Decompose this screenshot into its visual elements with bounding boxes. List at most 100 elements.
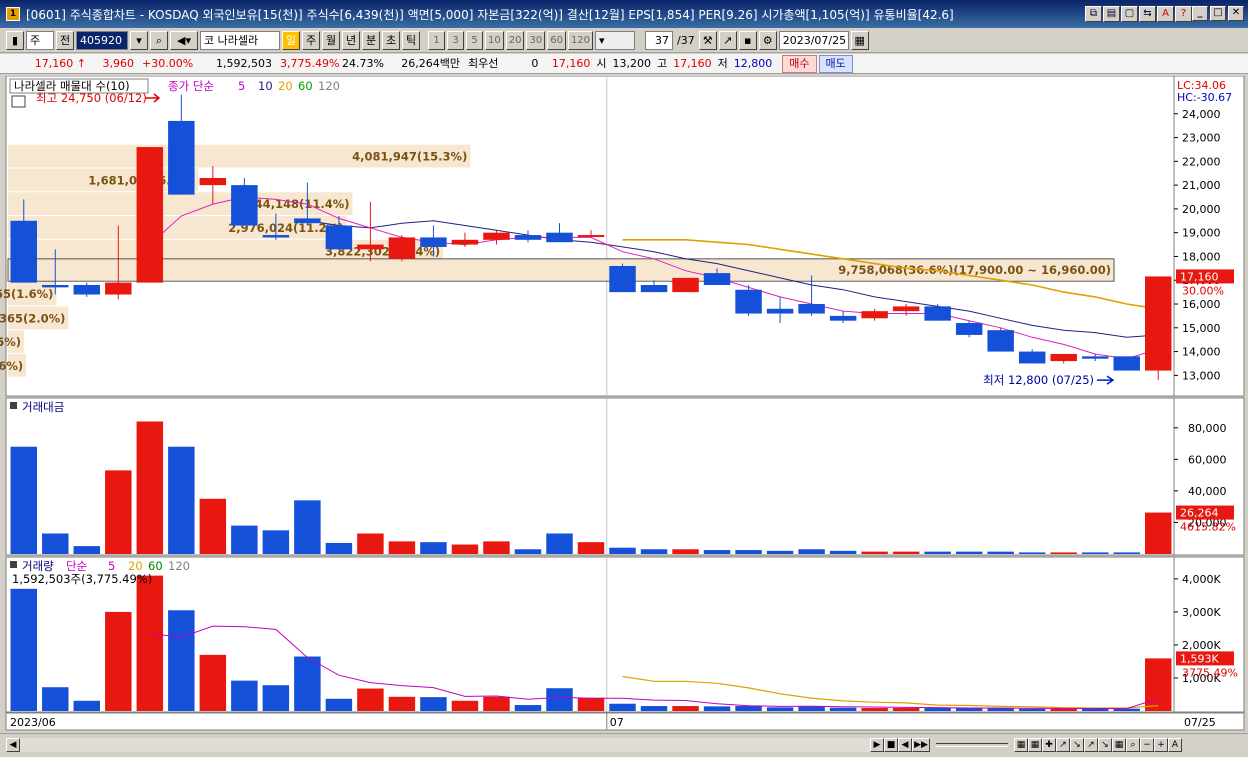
candle-body bbox=[231, 185, 258, 226]
minimize-button[interactable]: _ bbox=[1192, 6, 1208, 21]
price-change: 3,960 bbox=[102, 56, 135, 70]
stock-chart[interactable]: 13,00014,00015,00016,00017,00018,00019,0… bbox=[0, 76, 1248, 732]
current-price: 17,160 ↑ bbox=[34, 56, 86, 70]
interval-button[interactable]: 3 bbox=[447, 31, 464, 50]
period-minute-tab[interactable]: 분 bbox=[362, 31, 380, 50]
zoom-slider[interactable] bbox=[936, 742, 1008, 747]
stock-name-field[interactable]: 코 나라셀라 bbox=[200, 31, 280, 50]
period-month-tab[interactable]: 월 bbox=[322, 31, 340, 50]
help-icon[interactable]: ? bbox=[1175, 6, 1192, 22]
close-button[interactable]: ✕ bbox=[1228, 6, 1244, 21]
amount-bar bbox=[672, 549, 699, 554]
amount-bar bbox=[10, 446, 37, 554]
amount-bar bbox=[168, 446, 195, 554]
stop-button[interactable]: ■ bbox=[884, 737, 898, 752]
amount-bar bbox=[357, 533, 384, 554]
speaker-icon[interactable]: ◀▾ bbox=[170, 31, 198, 50]
interval-button[interactable]: 30 bbox=[526, 31, 546, 50]
volume-bar bbox=[483, 696, 510, 711]
candle-body bbox=[42, 284, 69, 288]
market-select[interactable]: 주 bbox=[26, 31, 54, 50]
table-icon[interactable] bbox=[11, 95, 26, 108]
priority-label: 최우선 bbox=[468, 56, 499, 70]
current-pct-label: 30.00% bbox=[1182, 284, 1224, 297]
search-icon[interactable]: ⌕ bbox=[150, 31, 168, 50]
period-tick-tab[interactable]: 틱 bbox=[402, 31, 420, 50]
y-tick-label: 20,000 bbox=[1182, 203, 1221, 216]
maximize-button[interactable]: □ bbox=[1210, 6, 1226, 21]
interval-button[interactable]: 60 bbox=[547, 31, 566, 50]
amount-bar bbox=[136, 421, 164, 554]
candle-body bbox=[955, 323, 983, 335]
date-input[interactable]: 2023/07/25 bbox=[778, 31, 849, 50]
chevron-down-icon[interactable]: ▾ bbox=[130, 31, 148, 50]
volume-legend-period: 5 bbox=[108, 559, 115, 573]
count-total: /37 bbox=[677, 33, 695, 47]
wrench-icon[interactable]: ⚒ bbox=[698, 31, 717, 50]
swap-icon[interactable]: ⇆ bbox=[1139, 6, 1156, 22]
amount-bar bbox=[892, 551, 920, 554]
max-price-label: 최고 24,750 (06/12) bbox=[36, 91, 147, 105]
current-price-label: 17,160 bbox=[1180, 270, 1219, 283]
back-button[interactable]: ◀ bbox=[898, 737, 912, 752]
candle-body bbox=[483, 232, 510, 240]
font-size-button[interactable]: A bbox=[1168, 737, 1182, 752]
gear-icon[interactable]: ⚙ bbox=[758, 31, 777, 50]
layout-icon[interactable]: ▤ bbox=[1103, 6, 1120, 22]
interval-button[interactable]: 5 bbox=[466, 31, 483, 50]
lock-icon[interactable]: ▮ bbox=[6, 31, 24, 50]
period-second-tab[interactable]: 초 bbox=[382, 31, 400, 50]
amount-bar bbox=[955, 551, 983, 554]
legend-period: 10 bbox=[258, 79, 273, 93]
interval-button[interactable]: 20 bbox=[505, 31, 525, 50]
line-tool-icon[interactable]: ↘ bbox=[1098, 737, 1112, 752]
buy-button[interactable]: 매수 bbox=[782, 54, 817, 73]
zoom-in-button[interactable]: + bbox=[1154, 737, 1168, 752]
interval-button[interactable]: 1 bbox=[428, 31, 445, 50]
crosshair-icon[interactable]: ✚ bbox=[1042, 737, 1056, 752]
layout-icon[interactable]: ▦ bbox=[1028, 737, 1042, 752]
line-tool-icon[interactable]: ↗ bbox=[1056, 737, 1070, 752]
current-amount-pct: 4615.82% bbox=[1180, 521, 1236, 534]
line-tool-icon[interactable]: ↗ bbox=[718, 31, 737, 50]
volume-bar bbox=[609, 703, 636, 711]
period-day-tab[interactable]: 일 bbox=[282, 31, 300, 50]
amount-bar bbox=[703, 550, 731, 554]
y-tick-label: 60,000 bbox=[1188, 453, 1227, 466]
layout-icon[interactable]: ▦ bbox=[1014, 737, 1028, 752]
scroll-left-button[interactable]: ◀ bbox=[6, 737, 20, 752]
candle-body bbox=[1081, 356, 1109, 359]
search-icon[interactable]: ⌕ bbox=[1126, 737, 1140, 752]
count-input[interactable]: 37 bbox=[645, 31, 674, 50]
trade-amount: 26,264백만 bbox=[401, 56, 460, 70]
line-tool-icon[interactable]: ↗ bbox=[1084, 737, 1098, 752]
zoom-out-button[interactable]: − bbox=[1140, 737, 1154, 752]
save-icon[interactable]: ▪ bbox=[738, 31, 757, 50]
amount-bar bbox=[294, 500, 321, 554]
candle-body bbox=[924, 306, 951, 321]
amount-bar bbox=[924, 551, 951, 554]
interval-button[interactable]: 10 bbox=[485, 31, 504, 50]
play-button[interactable]: ▶ bbox=[870, 737, 884, 752]
ask-price: 17,160 bbox=[551, 56, 591, 70]
candle-body bbox=[987, 330, 1014, 352]
frame-icon[interactable]: ▢ bbox=[1121, 6, 1138, 22]
font-icon[interactable]: A bbox=[1157, 6, 1174, 22]
mode-button[interactable]: 전 bbox=[56, 31, 74, 50]
scroll-track[interactable] bbox=[20, 737, 870, 752]
period-year-tab[interactable]: 년 bbox=[342, 31, 360, 50]
calendar-icon[interactable]: ▦ bbox=[850, 31, 869, 50]
stock-code-input[interactable]: 405920 bbox=[76, 31, 128, 50]
forward-button[interactable]: ▶▶ bbox=[912, 737, 930, 752]
layout-icon[interactable]: ▦ bbox=[1112, 737, 1126, 752]
sell-button[interactable]: 매도 bbox=[818, 54, 853, 73]
interval-button[interactable]: 120 bbox=[567, 31, 594, 50]
period-week-tab[interactable]: 주 bbox=[302, 31, 320, 50]
candle-body bbox=[1113, 356, 1140, 371]
low-price: 12,800 bbox=[733, 56, 773, 70]
volume-bar bbox=[892, 708, 920, 711]
line-tool-icon[interactable]: ↘ bbox=[1070, 737, 1084, 752]
interval-select[interactable]: ▾ bbox=[595, 31, 636, 50]
x-axis-label: 2023/06 bbox=[10, 716, 56, 729]
link-window-icon[interactable]: ⧉ bbox=[1085, 6, 1102, 22]
